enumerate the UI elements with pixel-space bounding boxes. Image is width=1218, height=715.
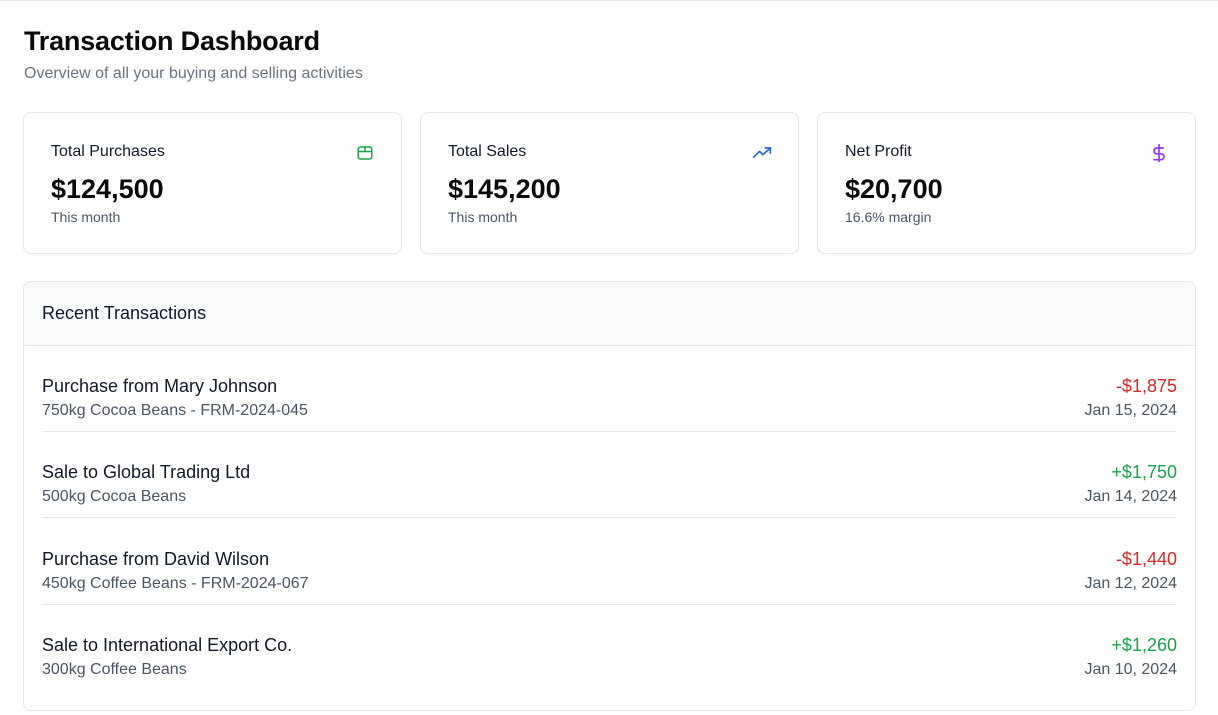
- card-value: $20,700: [845, 174, 943, 204]
- transaction-row[interactable]: Sale to Global Trading Ltd 500kg Cocoa B…: [42, 432, 1177, 518]
- card-value: $145,200: [448, 174, 561, 204]
- transaction-amount: +$1,260: [1111, 635, 1177, 655]
- transaction-title: Sale to Global Trading Ltd: [42, 462, 251, 482]
- card-note: 16.6% margin: [845, 209, 932, 225]
- trending-up-icon: [752, 143, 772, 163]
- card-value: $124,500: [51, 174, 164, 204]
- transaction-title: Purchase from David Wilson: [42, 549, 270, 569]
- transaction-amount: -$1,875: [1115, 376, 1177, 396]
- transaction-row[interactable]: Sale to International Export Co. 300kg C…: [42, 605, 1177, 691]
- transaction-row[interactable]: Purchase from David Wilson 450kg Coffee …: [42, 519, 1177, 605]
- transaction-date: Jan 15, 2024: [1084, 402, 1177, 419]
- card-label: Total Purchases: [51, 143, 165, 160]
- recent-transactions-panel: Recent Transactions Purchase from Mary J…: [23, 281, 1196, 711]
- card-note: This month: [51, 209, 121, 225]
- transaction-title: Purchase from Mary Johnson: [42, 376, 278, 396]
- page-title: Transaction Dashboard: [24, 26, 320, 56]
- dollar-icon: [1149, 143, 1169, 163]
- transaction-title: Sale to International Export Co.: [42, 635, 293, 655]
- transaction-date: Jan 14, 2024: [1084, 488, 1177, 505]
- transaction-amount: -$1,440: [1115, 549, 1177, 569]
- transaction-detail: 450kg Coffee Beans - FRM-2024-067: [42, 575, 309, 592]
- transaction-date: Jan 10, 2024: [1084, 661, 1177, 678]
- transaction-amount: +$1,750: [1111, 462, 1177, 482]
- transaction-detail: 500kg Cocoa Beans: [42, 488, 187, 505]
- card-label: Total Sales: [448, 143, 527, 160]
- package-icon: [355, 143, 375, 163]
- card-note: This month: [448, 209, 518, 225]
- transaction-detail: 300kg Coffee Beans: [42, 661, 187, 678]
- top-divider: [0, 0, 1218, 2]
- transaction-detail: 750kg Cocoa Beans - FRM-2024-045: [42, 402, 308, 419]
- net-profit-card: Net Profit $20,700 16.6% margin: [817, 112, 1196, 254]
- page-subtitle: Overview of all your buying and selling …: [24, 65, 363, 82]
- panel-title: Recent Transactions: [42, 303, 207, 323]
- panel-header: Recent Transactions: [24, 282, 1195, 346]
- card-label: Net Profit: [845, 143, 912, 160]
- transaction-row[interactable]: Purchase from Mary Johnson 750kg Cocoa B…: [42, 346, 1177, 432]
- total-sales-card: Total Sales $145,200 This month: [420, 112, 799, 254]
- total-purchases-card: Total Purchases $124,500 This month: [23, 112, 402, 254]
- transaction-date: Jan 12, 2024: [1084, 575, 1177, 592]
